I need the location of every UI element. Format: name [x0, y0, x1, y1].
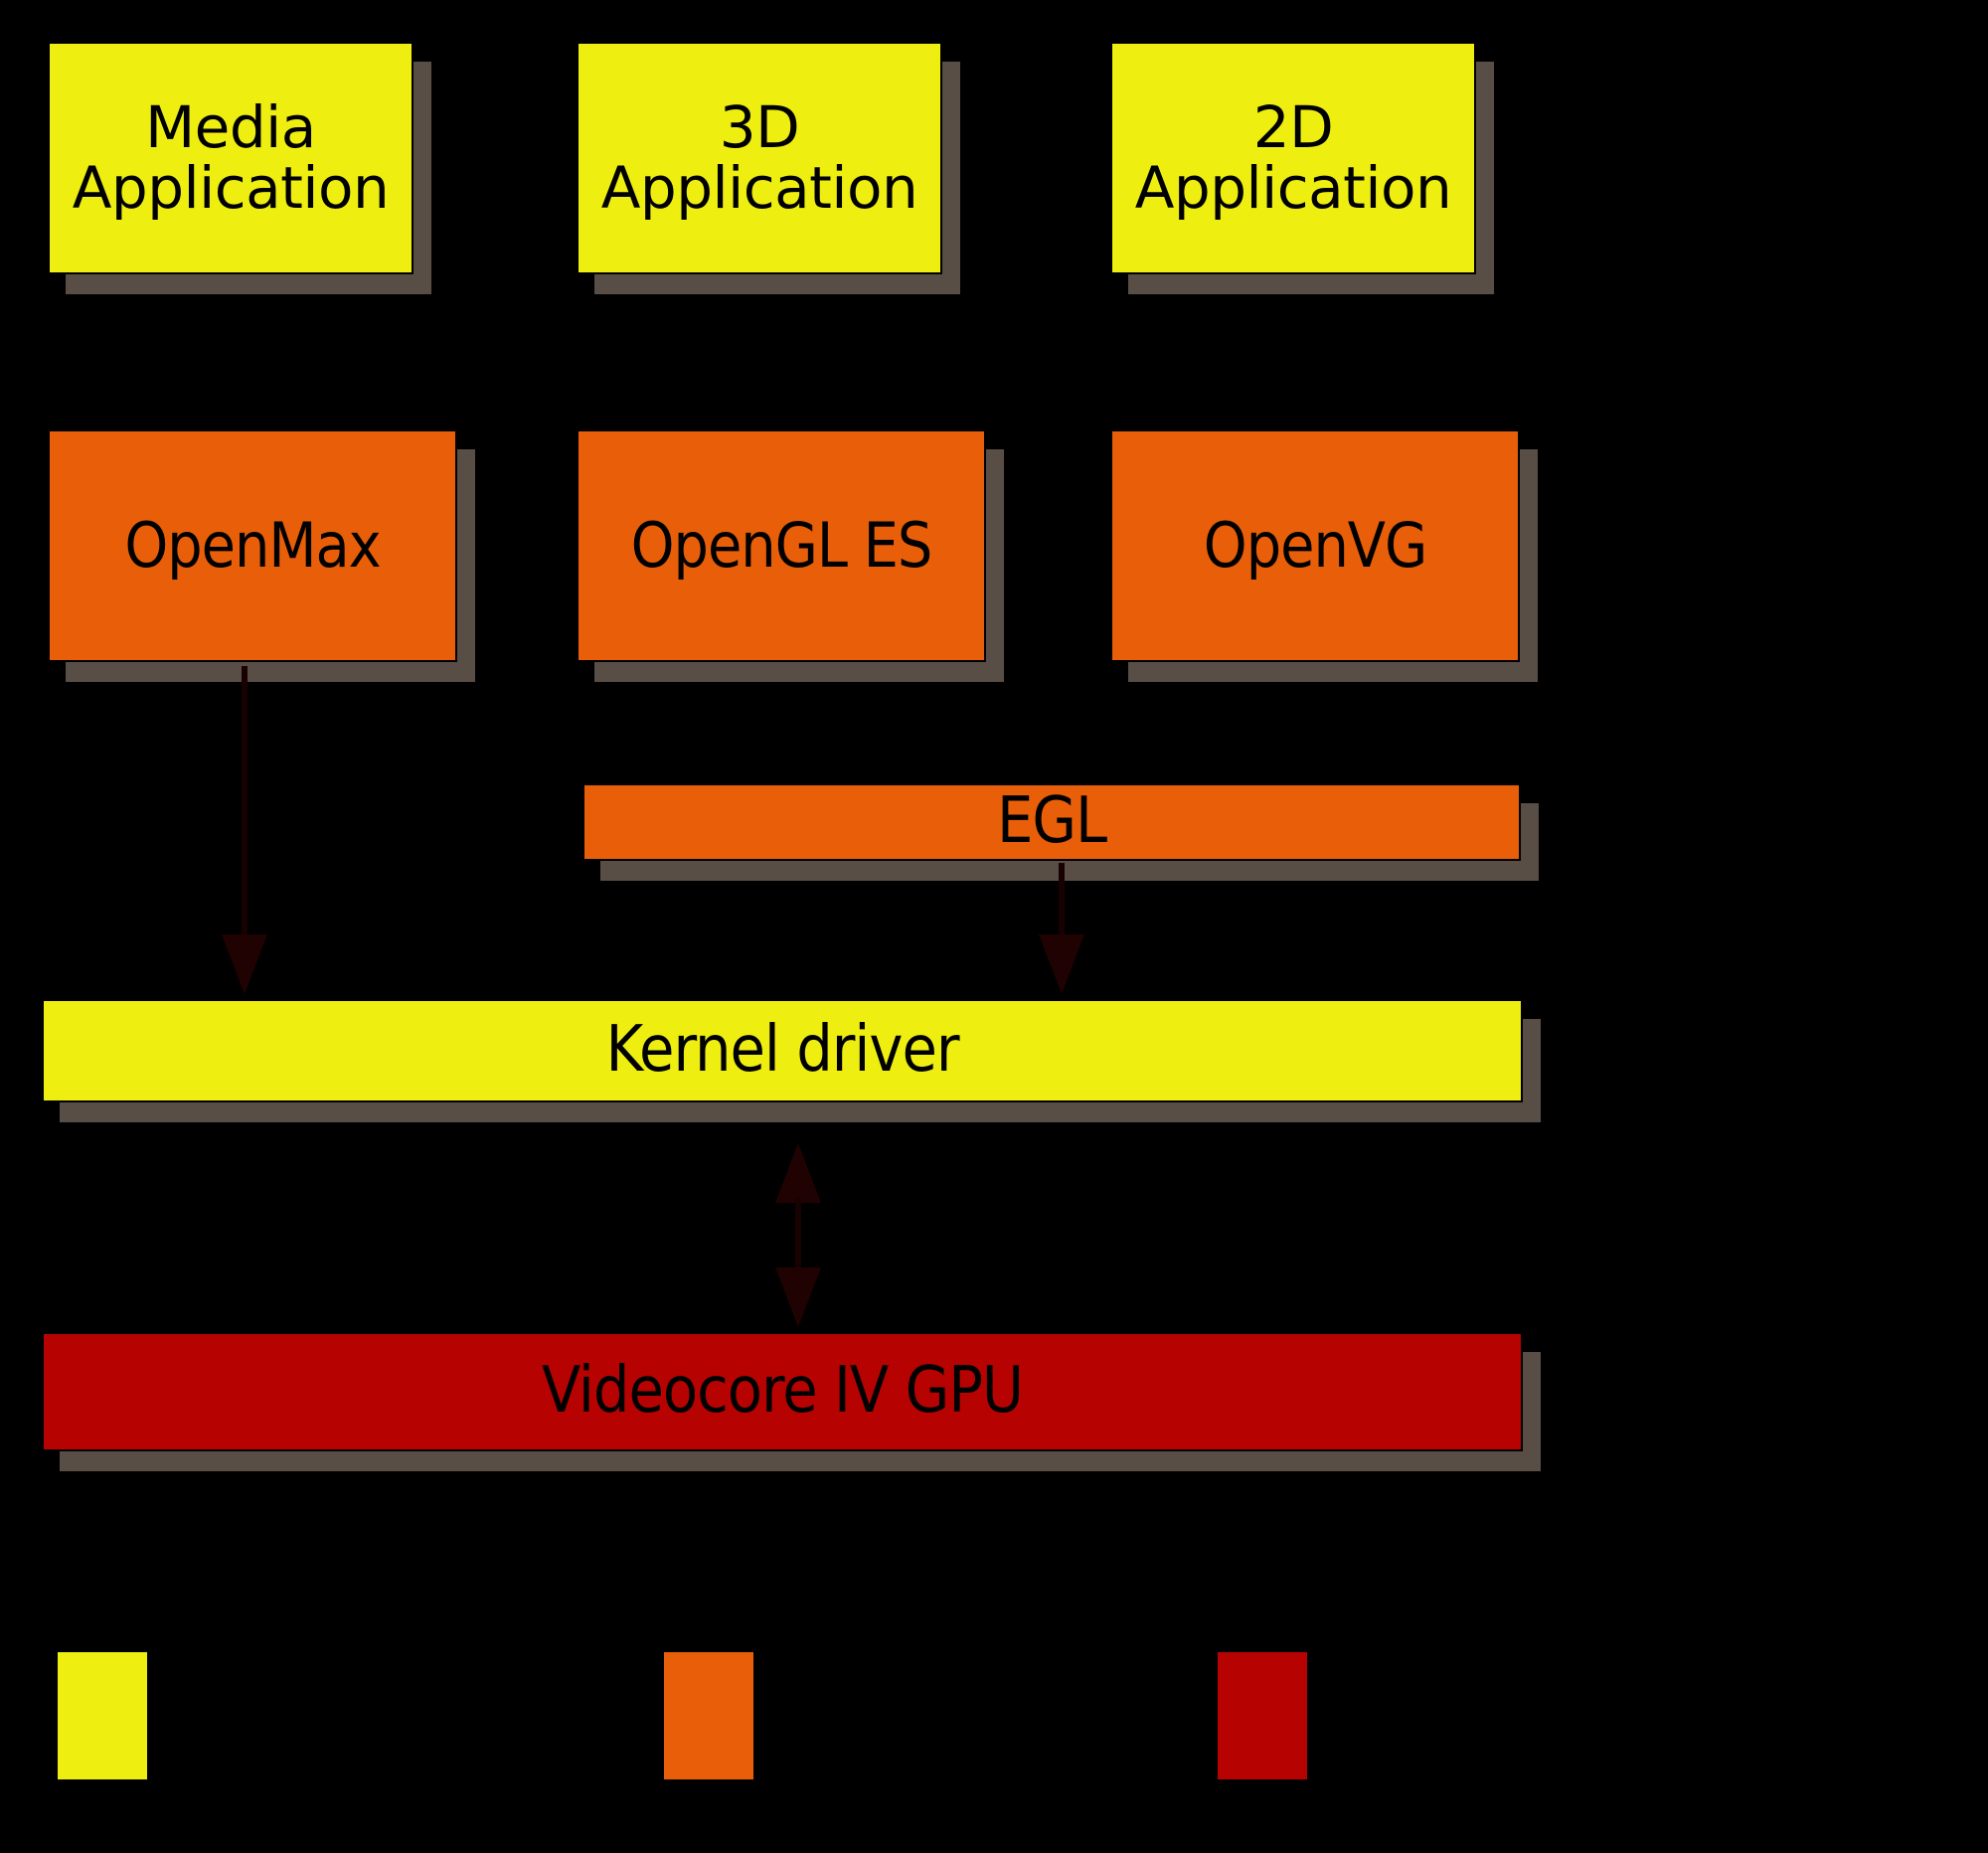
node-kernel-driver-label: Kernel driver	[605, 1013, 959, 1088]
arrow-gpu-to-kernel	[775, 1143, 821, 1203]
node-egl-label: EGL	[996, 784, 1107, 859]
node-2d-application-line1: 2D	[1252, 93, 1334, 162]
connector-openmax-to-kernel-line	[242, 666, 248, 936]
node-openvg[interactable]: OpenVG	[1110, 429, 1520, 662]
legend-swatch-hardware	[1218, 1652, 1307, 1779]
legend-label-driver-stack: Driver stack	[780, 1695, 1058, 1749]
node-3d-application[interactable]: 3D Application	[577, 42, 942, 274]
connector-kernel-gpu-line	[795, 1198, 801, 1277]
diagram-canvas: Media Application 3D Application 2D Appl…	[0, 0, 1988, 1853]
arrow-openmax-to-kernel	[222, 934, 267, 994]
node-2d-application[interactable]: 2D Application	[1110, 42, 1476, 274]
legend-label-hardware: Hardware	[1334, 1695, 1556, 1749]
arrow-kernel-to-gpu	[775, 1267, 821, 1327]
node-videocore-gpu-label: Videocore IV GPU	[541, 1354, 1024, 1429]
node-kernel-driver[interactable]: Kernel driver	[42, 999, 1523, 1102]
node-opengl-es-label: OpenGL ES	[630, 509, 933, 583]
node-media-application-line1: Media	[145, 93, 316, 162]
node-3d-application-line2: Application	[600, 154, 918, 222]
node-videocore-gpu[interactable]: Videocore IV GPU	[42, 1332, 1523, 1451]
node-media-application-line2: Application	[72, 154, 390, 222]
node-openmax[interactable]: OpenMax	[48, 429, 457, 662]
node-egl[interactable]: EGL	[582, 783, 1521, 861]
node-openmax-label: OpenMax	[124, 509, 381, 583]
legend-swatch-user-space	[58, 1652, 147, 1779]
legend-label-user-space: User space	[174, 1695, 427, 1749]
connector-egl-to-kernel-line	[1059, 863, 1065, 936]
node-2d-application-line2: Application	[1134, 154, 1452, 222]
node-opengl-es[interactable]: OpenGL ES	[577, 429, 986, 662]
arrow-egl-to-kernel	[1039, 934, 1084, 994]
node-openvg-label: OpenVG	[1203, 509, 1427, 583]
node-media-application[interactable]: Media Application	[48, 42, 414, 274]
legend-swatch-driver-stack	[664, 1652, 753, 1779]
node-3d-application-line1: 3D	[719, 93, 800, 162]
